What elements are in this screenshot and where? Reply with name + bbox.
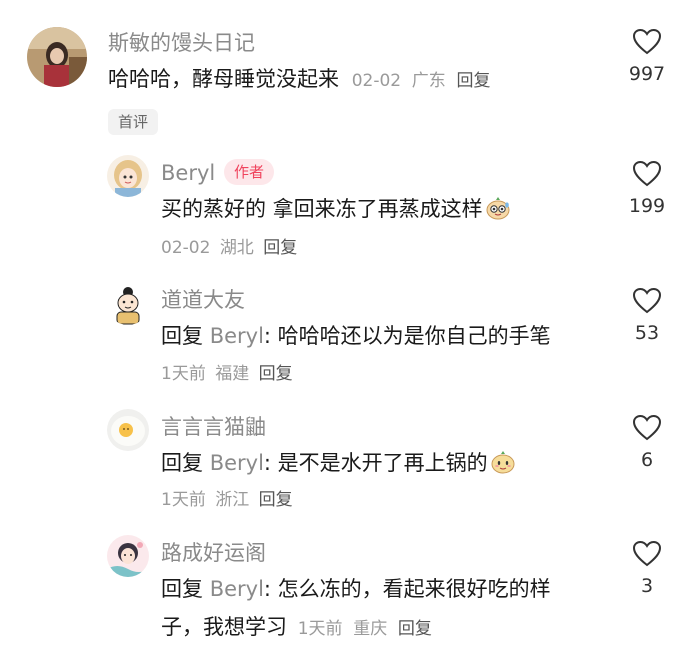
reply-prefix: 回复 [161,577,203,601]
like-count: 997 [628,63,666,85]
avatar[interactable] [107,535,149,577]
like-count: 6 [640,449,654,471]
comment-item: 言言言猫鼬 回复 Beryl: 是不是水开了再上锅的 1天前 浙江 回复 6 [0,390,690,515]
reply-to-user[interactable]: Beryl [210,451,264,475]
comment-body: : 是不是水开了再上锅的 [263,451,488,475]
reply-button[interactable]: 回复 [259,490,293,510]
reply-button[interactable]: 回复 [259,364,293,384]
reply-prefix: 回复 [161,324,203,348]
comment-item: 道道大友 回复 Beryl: 哈哈哈还以为是你自己的手笔 1天前 福建 回复 5… [0,265,690,390]
like-count: 3 [640,575,654,597]
reply-button[interactable]: 回复 [398,619,432,639]
like-button[interactable]: 6 [617,414,677,471]
comment-text: 回复 Beryl: 怎么冻的，看起来很好吃的样 [161,574,551,604]
heart-outline-icon[interactable] [632,28,662,55]
heart-outline-icon[interactable] [632,414,662,441]
sweating-bun-emoji [485,195,511,229]
username[interactable]: 路成好运阁 [161,540,266,566]
avatar[interactable] [107,155,149,197]
comment-body: 哈哈哈，酵母睡觉没起来 [108,67,339,91]
comment-meta: 02-02 湖北 回复 [161,236,297,260]
heart-outline-icon[interactable] [632,287,662,314]
comment-text: 回复 Beryl: 是不是水开了再上锅的 [161,448,516,483]
comment-meta: 1天前 福建 回复 [161,362,293,386]
bun-face-emoji [490,449,516,483]
like-button[interactable]: 199 [617,160,677,217]
comment-item: 路成好运阁 回复 Beryl: 怎么冻的，看起来很好吃的样 子，我想学习 1天前… [0,515,690,652]
reply-prefix: 回复 [161,451,203,475]
comment-location: 湖北 [219,238,254,258]
comment-location: 浙江 [215,490,250,510]
heart-outline-icon[interactable] [632,540,662,567]
comment-body-line2: 子，我想学习 [161,615,287,639]
author-badge: 作者 [224,159,275,185]
reply-button[interactable]: 回复 [263,238,297,258]
comment-body: : 怎么冻的，看起来很好吃的样 [263,577,551,601]
reply-to-user[interactable]: Beryl [210,577,264,601]
comment-location: 广东 [411,71,446,91]
like-button[interactable]: 53 [617,287,677,344]
comment-location: 福建 [215,364,250,384]
comment-item: 斯敏的馒头日记 哈哈哈，酵母睡觉没起来 02-02 广东 回复 首评 997 [0,0,690,140]
like-button[interactable]: 997 [617,28,677,85]
username[interactable]: 道道大友 [161,287,245,313]
comment-text: 回复 Beryl: 哈哈哈还以为是你自己的手笔 [161,321,551,351]
username[interactable]: 言言言猫鼬 [161,414,266,440]
first-comment-badge: 首评 [108,109,159,135]
comment-date: 02-02 [161,238,211,258]
comment-body: : 哈哈哈还以为是你自己的手笔 [263,324,551,348]
comment-body: 买的蒸好的 拿回来冻了再蒸成这样 [161,197,483,221]
username[interactable]: Beryl [161,160,215,186]
username[interactable]: 斯敏的馒头日记 [108,30,255,56]
comment-date: 1天前 [161,490,206,510]
heart-outline-icon[interactable] [632,160,662,187]
reply-to-user[interactable]: Beryl [210,324,264,348]
reply-button[interactable]: 回复 [456,71,490,91]
comment-date: 1天前 [161,364,206,384]
comment-text: 哈哈哈，酵母睡觉没起来 02-02 广东 回复 [108,64,490,96]
like-count: 53 [634,322,660,344]
comment-text: 买的蒸好的 拿回来冻了再蒸成这样 [161,194,511,229]
like-count: 199 [628,195,666,217]
comment-location: 重庆 [353,619,388,639]
comment-date: 1天前 [297,619,343,639]
like-button[interactable]: 3 [617,540,677,597]
avatar[interactable] [107,283,149,325]
comment-meta: 1天前 浙江 回复 [161,488,293,512]
comment-date: 02-02 [351,71,402,91]
comment-item: Beryl 作者 买的蒸好的 拿回来冻了再蒸成这样 02-02 湖北 回复 19… [0,140,690,265]
avatar[interactable] [107,409,149,451]
avatar[interactable] [27,27,87,87]
comment-text-continued: 子，我想学习 1天前 重庆 回复 [161,612,432,644]
